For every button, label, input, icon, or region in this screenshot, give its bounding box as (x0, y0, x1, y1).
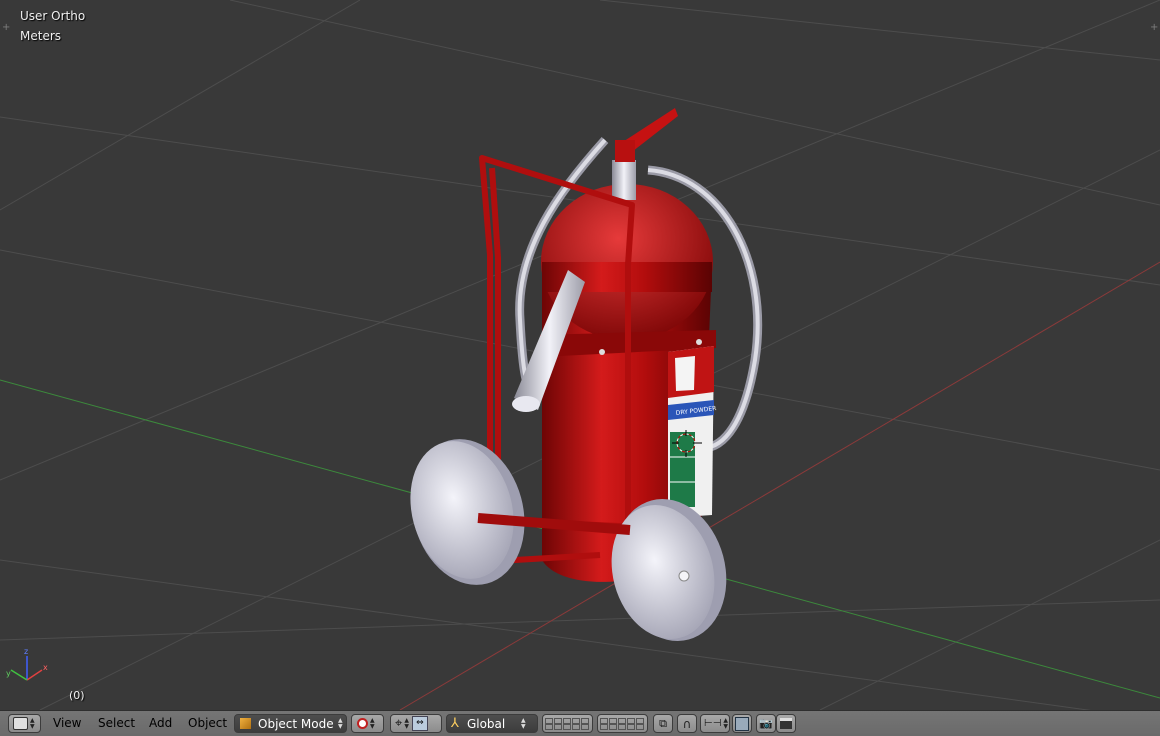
layers-group-1[interactable] (542, 714, 593, 733)
mode-dropdown[interactable]: Object Mode ▲ ▼ (234, 714, 347, 733)
pivot-point-icon: ⌖ (395, 716, 403, 731)
render-icon: 📷 (759, 717, 773, 730)
proportional-edit-button[interactable] (732, 714, 752, 733)
transform-orientation-icon: ⅄ (451, 716, 459, 731)
snap-arrows-icon: ▲ ▼ (723, 716, 729, 730)
transform-orientation-dropdown[interactable]: ⅄ Global ▲ ▼ (446, 714, 538, 733)
layers-group-2[interactable] (597, 714, 648, 733)
viewport-shading-selector[interactable]: ▲ ▼ (351, 714, 384, 733)
editor-type-selector[interactable]: ▲ ▼ (8, 714, 41, 733)
valve-neck (612, 160, 636, 200)
svg-text:z: z (24, 647, 28, 656)
shading-arrows-icon: ▲ ▼ (370, 716, 375, 730)
svg-text:y: y (6, 669, 11, 678)
layers-icon-2 (600, 717, 645, 730)
frame-number: (0) (69, 689, 85, 702)
menu-object[interactable]: Object (188, 716, 227, 730)
toolshelf-toggle-icon[interactable]: + (2, 23, 10, 33)
properties-toggle-icon[interactable]: + (1150, 23, 1158, 33)
snap-toggle-button[interactable]: ∩ (677, 714, 697, 733)
menu-view[interactable]: View (53, 716, 81, 730)
view-name-label: User Ortho (20, 9, 86, 23)
lock-icon: ⧉ (659, 716, 667, 730)
editor-type-icon (13, 717, 28, 730)
grid-snap-icon (735, 716, 749, 731)
viewport-shading-icon (357, 718, 368, 729)
orientation-arrows-icon: ▲ ▼ (520, 716, 526, 730)
fire-extinguisher-model[interactable]: DRY POWDER (396, 108, 763, 654)
snap-element-icon: ⊢⊣ (704, 718, 722, 729)
magnet-icon: ∩ (682, 716, 692, 731)
orientation-label: Global (466, 716, 506, 731)
3d-viewport[interactable]: DRY POWDER z x y User Ortho Meters (0) +… (0, 0, 1160, 710)
pivot-point-selector[interactable]: ⌖ ▲ ▼ ⇔ (390, 714, 442, 733)
axis-gizmo: z x y (6, 647, 48, 681)
extinguisher-label: DRY POWDER (668, 346, 717, 518)
units-label: Meters (20, 29, 62, 43)
layers-icon (545, 717, 590, 730)
manipulator-icon: ⇔ (411, 716, 428, 731)
dropdown-arrows-icon: ▲ ▼ (338, 716, 343, 730)
svg-text:x: x (43, 663, 48, 672)
selector-arrows-icon: ▲ ▼ (30, 716, 35, 730)
object-mode-cube-icon (240, 718, 251, 729)
pivot-arrows-icon: ▲ ▼ (404, 716, 409, 730)
mode-label: Object Mode (258, 716, 334, 731)
lock-camera-button[interactable]: ⧉ (653, 714, 673, 733)
menu-add[interactable]: Add (149, 716, 172, 730)
scene-canvas[interactable]: DRY POWDER z x y (0, 0, 1160, 710)
render-still-button[interactable]: 📷 (756, 714, 776, 733)
left-wheel (410, 439, 525, 585)
snap-element-selector[interactable]: ⊢⊣ ▲ ▼ (700, 714, 730, 733)
blender-window: DRY POWDER z x y User Ortho Meters (0) +… (0, 0, 1160, 736)
viewport-header: ▲ ▼ View Select Add Object Object Mode ▲ ▼… (0, 710, 1160, 736)
render-animation-button[interactable] (776, 714, 796, 733)
clapperboard-icon (780, 718, 792, 729)
menu-select[interactable]: Select (98, 716, 135, 730)
